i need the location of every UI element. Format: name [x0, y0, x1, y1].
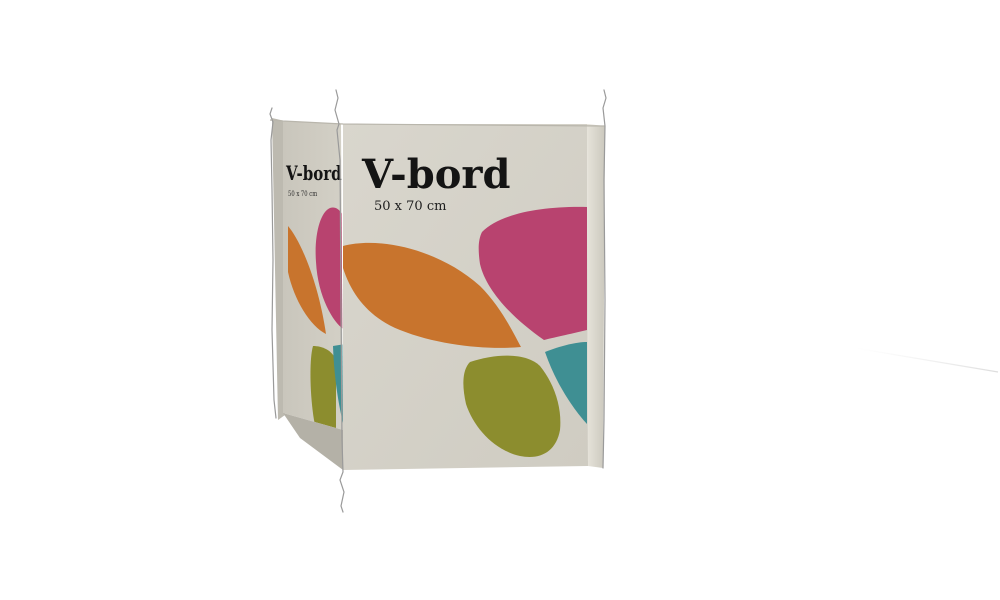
- side-panel: V-bord 50 x 70 cm: [283, 121, 343, 430]
- product-size: 50 x 70 cm: [374, 199, 446, 214]
- side-product-title: V-bord: [285, 162, 341, 186]
- product-title: V-bord: [361, 151, 510, 198]
- side-product-size: 50 x 70 cm: [288, 190, 317, 198]
- v-board-illustration: V-bord 50 x 70 cm V-bord 50 x 70 cm: [269, 89, 999, 513]
- product-render: V-bord 50 x 70 cm V-bord 50 x 70 cm: [0, 0, 1000, 600]
- right-board-edge: [587, 124, 605, 468]
- front-panel: V-bord 50 x 70 cm: [343, 124, 588, 470]
- floor-line: [854, 347, 999, 373]
